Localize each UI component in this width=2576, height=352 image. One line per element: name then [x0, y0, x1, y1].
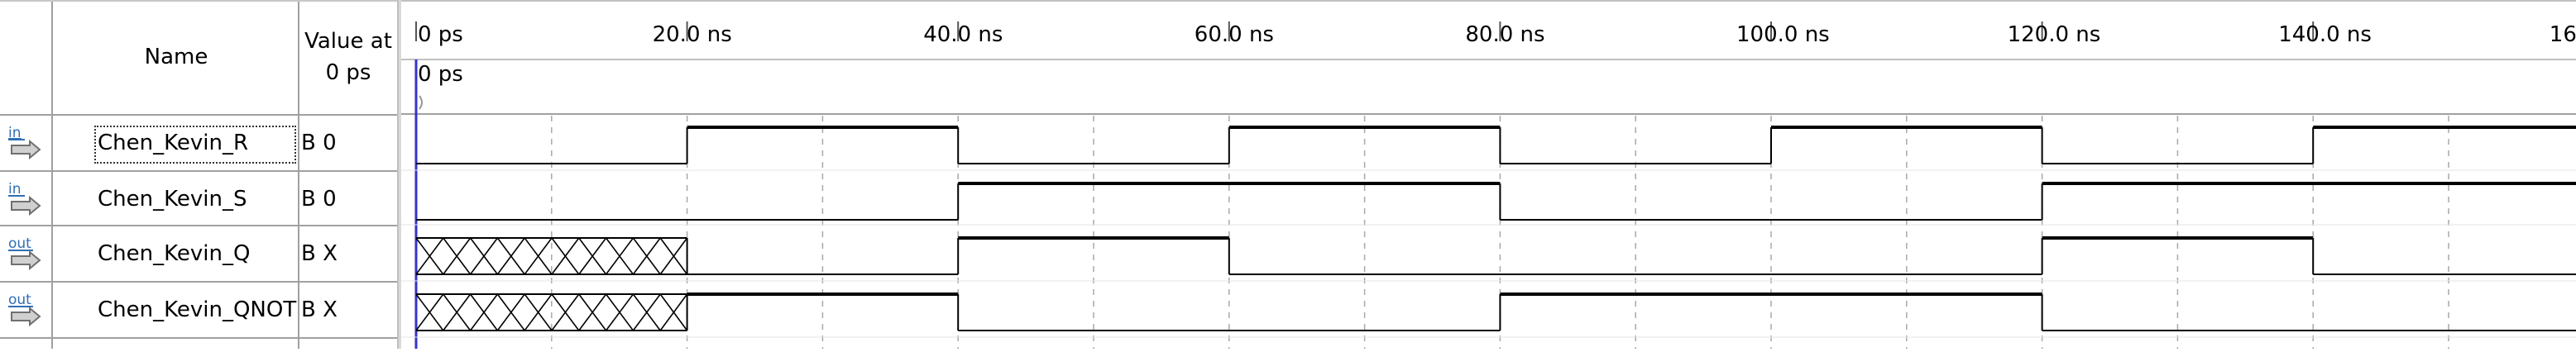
pane-background: [401, 0, 2576, 349]
signal-row[interactable]: out Chen_Kevin_QNOT B X: [0, 283, 401, 337]
waveform-canvas[interactable]: 0 ps 20.0 ns 40.0 ns 60.0 ns 80.0 ns 100.0 ns…: [401, 0, 2576, 349]
signal-row[interactable]: in Chen_Kevin_S B 0: [0, 172, 401, 226]
signal-value: B X: [301, 297, 338, 322]
table-top-border: [0, 0, 401, 2]
value-header-line2: 0 ps: [325, 60, 371, 85]
signal-name[interactable]: Chen_Kevin_R: [98, 116, 248, 170]
ruler-tick-label: 20.0 ns: [653, 22, 732, 47]
type-column-header: [0, 0, 53, 114]
ruler-tick-label: 60.0 ns: [1195, 22, 1274, 47]
value-column-header[interactable]: Value at 0 ps: [299, 0, 397, 114]
waveform-pane[interactable]: 0 ps 20.0 ns 40.0 ns 60.0 ns 80.0 ns 100.0 ns…: [401, 0, 2576, 349]
signal-table: Name Value at 0 ps in Chen_Kevin_R B 0 i…: [0, 0, 401, 349]
ruler-tick-label: 120.0 ns: [2008, 22, 2101, 47]
row-divider: [0, 337, 401, 339]
input-pin-icon: in: [5, 178, 48, 220]
value-header-line1: Value at: [304, 29, 392, 54]
name-column-header[interactable]: Name: [53, 0, 299, 114]
ruler-tick-label: 140.0 ns: [2278, 22, 2372, 47]
input-pin-icon: in: [5, 122, 48, 164]
signal-name[interactable]: Chen_Kevin_QNOT: [98, 283, 296, 337]
ruler-tick-label: 40.0 ns: [923, 22, 1003, 47]
ruler-tick-label: 160.0 ns: [2550, 22, 2576, 47]
signal-name[interactable]: Chen_Kevin_Q: [98, 226, 250, 281]
signal-value: B X: [301, 241, 338, 266]
time-cursor-label: 0 ps: [418, 62, 463, 87]
ruler-tick-label: 0 ps: [418, 22, 463, 47]
signal-value: B 0: [301, 131, 337, 155]
output-pin-icon: out: [5, 289, 48, 331]
signal-row[interactable]: out Chen_Kevin_Q B X: [0, 226, 401, 281]
signal-table-header: Name Value at 0 ps: [0, 0, 401, 114]
signal-row[interactable]: in Chen_Kevin_R B 0: [0, 116, 401, 170]
ruler-tick-label: 100.0 ns: [1736, 22, 1830, 47]
signal-value: B 0: [301, 187, 337, 212]
ruler-tick-label: 80.0 ns: [1465, 22, 1544, 47]
waveform-editor: Name Value at 0 ps in Chen_Kevin_R B 0 i…: [0, 0, 2576, 349]
output-pin-icon: out: [5, 233, 48, 274]
signal-name[interactable]: Chen_Kevin_S: [98, 172, 247, 226]
